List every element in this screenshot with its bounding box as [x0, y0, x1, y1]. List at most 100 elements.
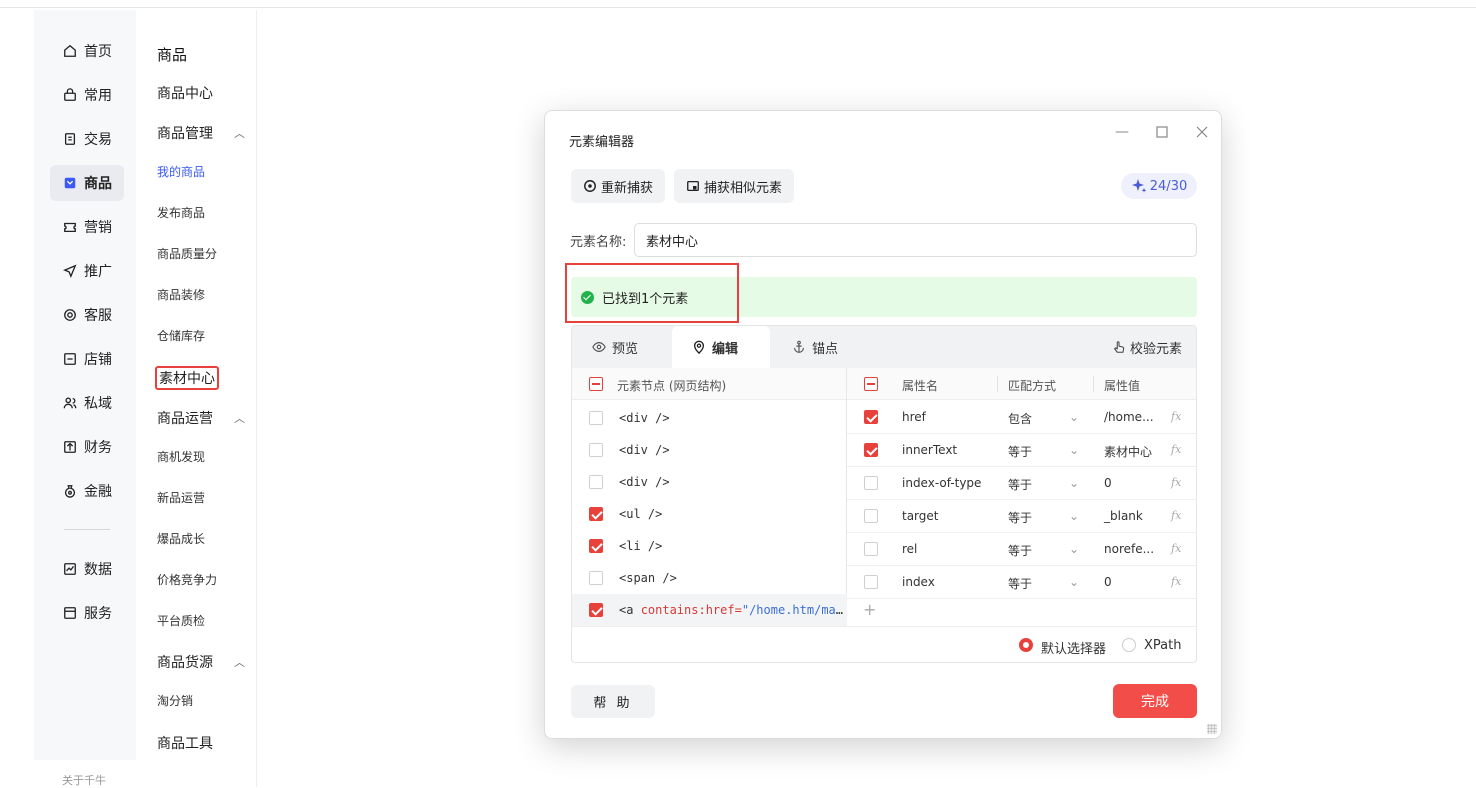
- attr-value[interactable]: 素材中心: [1104, 443, 1152, 460]
- tab-preview[interactable]: 预览: [592, 326, 638, 368]
- fx-icon[interactable]: fx: [1171, 542, 1181, 555]
- nav-item-data[interactable]: 数据: [50, 551, 124, 587]
- attr-checkbox[interactable]: [864, 410, 878, 424]
- attr-row[interactable]: innerText 等于 ⌄ 素材中心 fx: [847, 434, 1196, 467]
- node-row-selected[interactable]: <a contains:href="/home.htm/materi...: [572, 594, 847, 626]
- tab-anchor[interactable]: 锚点: [792, 326, 838, 368]
- chevron-up-icon[interactable]: ︿: [234, 410, 245, 426]
- node-checkbox[interactable]: [589, 603, 603, 617]
- subnav-item-publish[interactable]: 发布商品: [157, 204, 205, 221]
- attr-match-select[interactable]: 等于: [1008, 476, 1032, 493]
- attr-checkbox[interactable]: [864, 509, 878, 523]
- attr-row[interactable]: rel 等于 ⌄ norefe... fx: [847, 533, 1196, 566]
- tab-edit[interactable]: 编辑: [672, 326, 770, 368]
- select-all-nodes-checkbox[interactable]: [589, 377, 603, 391]
- node-row[interactable]: <div />: [572, 434, 847, 466]
- node-row[interactable]: <ul />: [572, 498, 847, 530]
- node-row[interactable]: <li />: [572, 530, 847, 562]
- attr-match-select[interactable]: 等于: [1008, 509, 1032, 526]
- subnav-group-goods-source[interactable]: 商品货源 ︿: [157, 652, 247, 672]
- add-attribute-icon[interactable]: +: [863, 600, 876, 619]
- attr-match-select[interactable]: 包含: [1008, 410, 1032, 427]
- capture-similar-button[interactable]: 捕获相似元素: [674, 169, 795, 203]
- maximize-icon[interactable]: [1155, 126, 1169, 140]
- subnav-group-goods-management[interactable]: 商品管理 ︿: [157, 123, 247, 143]
- subnav-item-decoration[interactable]: 商品装修: [157, 286, 205, 303]
- about-link[interactable]: 关于千牛: [62, 772, 106, 788]
- chevron-up-icon[interactable]: ︿: [234, 654, 245, 670]
- recapture-button[interactable]: 重新捕获: [571, 169, 666, 203]
- node-checkbox[interactable]: [589, 475, 603, 489]
- attr-row[interactable]: target 等于 ⌄ _blank fx: [847, 500, 1196, 533]
- xpath-radio[interactable]: [1122, 638, 1136, 652]
- nav-item-store[interactable]: 店铺: [50, 341, 124, 377]
- done-button[interactable]: 完成: [1113, 684, 1197, 718]
- subnav-item-my-goods[interactable]: 我的商品: [157, 163, 205, 180]
- chevron-down-icon[interactable]: ⌄: [1069, 575, 1079, 589]
- subnav-item-new-goods[interactable]: 新品运营: [157, 489, 205, 506]
- default-selector-radio[interactable]: [1019, 638, 1033, 652]
- attr-value[interactable]: 0: [1104, 575, 1112, 589]
- subnav-item-material-center[interactable]: 素材中心: [155, 366, 219, 390]
- subnav-item-distribution[interactable]: 淘分销: [157, 692, 193, 709]
- node-checkbox[interactable]: [589, 443, 603, 457]
- subnav-item-hot-goods[interactable]: 爆品成长: [157, 530, 205, 547]
- subnav-item-price[interactable]: 价格竞争力: [157, 571, 217, 588]
- nav-item-common[interactable]: 常用: [50, 77, 124, 113]
- node-row[interactable]: <span />: [572, 562, 847, 594]
- node-row[interactable]: <div />: [572, 402, 847, 434]
- attr-match-select[interactable]: 等于: [1008, 575, 1032, 592]
- attr-value[interactable]: /home...: [1104, 410, 1154, 424]
- subnav-goods-center[interactable]: 商品中心: [157, 83, 247, 103]
- node-row[interactable]: <div />: [572, 466, 847, 498]
- element-name-input[interactable]: 素材中心: [634, 223, 1197, 257]
- attr-row[interactable]: href 包含 ⌄ /home... fx: [847, 401, 1196, 434]
- subnav-group-goods-tools[interactable]: 商品工具: [157, 733, 247, 753]
- chevron-down-icon[interactable]: ⌄: [1069, 443, 1079, 457]
- node-checkbox[interactable]: [589, 411, 603, 425]
- attr-checkbox[interactable]: [864, 542, 878, 556]
- fx-icon[interactable]: fx: [1171, 443, 1181, 456]
- attr-match-select[interactable]: 等于: [1008, 443, 1032, 460]
- subnav-item-opportunity[interactable]: 商机发现: [157, 448, 205, 465]
- subnav-item-inspection[interactable]: 平台质检: [157, 612, 205, 629]
- attr-value[interactable]: _blank: [1104, 509, 1143, 523]
- attr-value[interactable]: 0: [1104, 476, 1112, 490]
- fx-icon[interactable]: fx: [1171, 575, 1181, 588]
- fx-icon[interactable]: fx: [1171, 476, 1181, 489]
- chevron-up-icon[interactable]: ︿: [234, 125, 245, 141]
- chevron-down-icon[interactable]: ⌄: [1069, 542, 1079, 556]
- subnav-group-goods-ops[interactable]: 商品运营 ︿: [157, 408, 247, 428]
- fx-icon[interactable]: fx: [1171, 410, 1181, 423]
- help-button[interactable]: 帮 助: [571, 685, 655, 718]
- node-checkbox[interactable]: [589, 571, 603, 585]
- nav-item-service[interactable]: 服务: [50, 595, 124, 631]
- attr-row[interactable]: index-of-type 等于 ⌄ 0 fx: [847, 467, 1196, 500]
- chevron-down-icon[interactable]: ⌄: [1069, 476, 1079, 490]
- attr-match-select[interactable]: 等于: [1008, 542, 1032, 559]
- nav-item-private-domain[interactable]: 私域: [50, 385, 124, 421]
- minimize-icon[interactable]: —: [1115, 125, 1129, 139]
- verify-element-button[interactable]: 校验元素: [1112, 326, 1182, 368]
- nav-item-customer-service[interactable]: 客服: [50, 297, 124, 333]
- resize-grip-icon[interactable]: [1207, 724, 1217, 734]
- nav-item-trade[interactable]: 交易: [50, 121, 124, 157]
- attr-value[interactable]: norefe...: [1104, 542, 1154, 556]
- attr-row[interactable]: index 等于 ⌄ 0 fx: [847, 566, 1196, 599]
- nav-item-marketing[interactable]: 营销: [50, 209, 124, 245]
- nav-item-home[interactable]: 首页: [50, 33, 124, 69]
- nav-item-promotion[interactable]: 推广: [50, 253, 124, 289]
- node-checkbox[interactable]: [589, 539, 603, 553]
- fx-icon[interactable]: fx: [1171, 509, 1181, 522]
- chevron-down-icon[interactable]: ⌄: [1069, 509, 1079, 523]
- nav-item-goods[interactable]: 商品: [50, 165, 124, 201]
- close-icon[interactable]: [1195, 126, 1209, 140]
- attr-checkbox[interactable]: [864, 443, 878, 457]
- select-all-attrs-checkbox[interactable]: [864, 377, 878, 391]
- nav-item-finance[interactable]: 财务: [50, 429, 124, 465]
- attr-checkbox[interactable]: [864, 575, 878, 589]
- chevron-down-icon[interactable]: ⌄: [1069, 410, 1079, 424]
- subnav-item-quality[interactable]: 商品质量分: [157, 245, 217, 262]
- subnav-item-inventory[interactable]: 仓储库存: [157, 327, 205, 344]
- nav-item-financial-services[interactable]: 金融: [50, 473, 124, 509]
